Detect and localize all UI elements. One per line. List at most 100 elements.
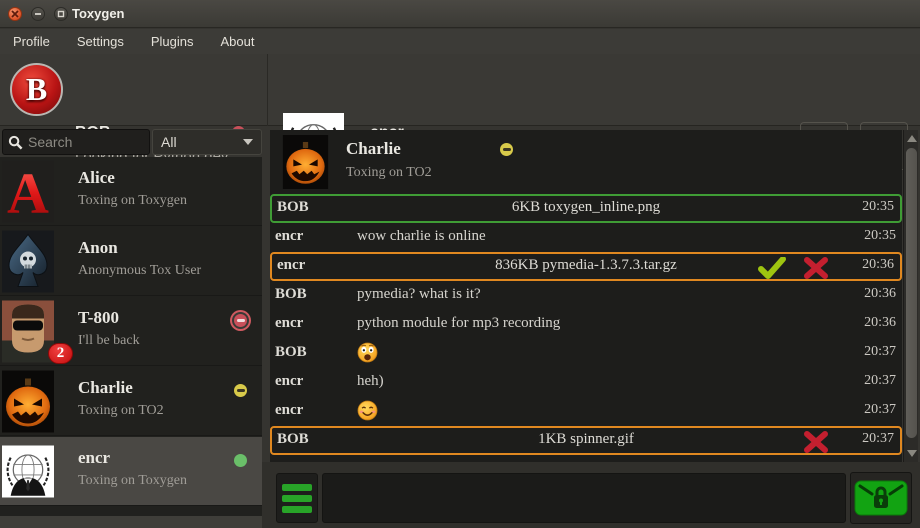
minimize-icon [34, 10, 42, 18]
self-avatar[interactable]: B [10, 63, 63, 116]
self-avatar-letter: B [26, 71, 47, 108]
header-divider [267, 54, 268, 126]
contact-status-message: Anonymous Tox User [78, 263, 201, 279]
encr-avatar [2, 440, 54, 503]
menu-settings[interactable]: Settings [68, 30, 133, 53]
search-box [2, 129, 150, 155]
message-time: 20:36 [864, 315, 896, 331]
toxygen-window: { "window": { "title": "Toxygen" }, "men… [0, 0, 920, 528]
message-row: BOB 20:37 [270, 339, 902, 368]
smile-emoji [357, 400, 378, 421]
file-transfer-row[interactable]: BOB 6KB toxygen_inline.png 20:35 [270, 194, 902, 223]
chevron-down-icon [243, 139, 253, 145]
message-time: 20:36 [864, 286, 896, 302]
maximize-icon [57, 10, 65, 18]
message-row: encr wow charlie is online 20:35 [270, 223, 902, 252]
shocked-emoji [357, 342, 378, 363]
message-text: heh) [357, 373, 384, 390]
scrollbar-thumb[interactable] [906, 148, 917, 438]
send-button[interactable] [850, 472, 912, 524]
contact-status-message: I'll be back [78, 333, 140, 349]
message-sender: encr [275, 228, 303, 245]
message-text: wow charlie is online [357, 228, 486, 245]
alice-avatar: A [2, 160, 54, 223]
message-sender: encr [275, 402, 303, 419]
menu-profile[interactable]: Profile [4, 30, 59, 53]
contact-name: encr [78, 448, 110, 468]
contact-row-charlie[interactable]: Charlie Toxing on TO2 [0, 367, 262, 436]
unread-badge: 2 [48, 343, 73, 364]
message-row: BOB pymedia? what is it? 20:36 [270, 281, 902, 310]
message-sender: BOB [275, 344, 307, 361]
busy-status-icon [234, 314, 247, 327]
message-text: pymedia? what is it? [357, 286, 481, 303]
message-list: BOB 6KB toxygen_inline.png 20:35 encr wo… [270, 194, 902, 455]
message-row: encr python module for mp3 recording 20:… [270, 310, 902, 339]
close-button[interactable] [8, 7, 22, 21]
message-time: 20:37 [864, 344, 896, 360]
chat-area: Charlie Toxing on TO2 BOB 6KB toxygen_in… [270, 130, 902, 462]
search-input[interactable] [28, 134, 144, 150]
message-sender: BOB [275, 286, 307, 303]
t800-avatar [2, 300, 54, 363]
contact-status-message: Toxing on TO2 [78, 403, 164, 419]
charlie-avatar [277, 135, 334, 189]
contact-list: A Alice Toxing on Toxygen Anon Anonymous… [0, 157, 262, 516]
arrow-down-icon [907, 450, 917, 457]
message-input[interactable] [322, 473, 846, 523]
contact-name: T-800 [78, 308, 119, 328]
contact-row-encr[interactable]: encr Toxing on Toxygen [0, 437, 262, 506]
cancel-file-button[interactable] [804, 431, 828, 453]
contact-row-anon[interactable]: Anon Anonymous Tox User [0, 227, 262, 296]
close-icon [11, 10, 19, 18]
message-row: encr 20:37 [270, 397, 902, 426]
menu-about[interactable]: About [211, 30, 263, 53]
away-status-icon [500, 143, 513, 156]
contact-filter-value: All [161, 134, 243, 150]
chat-scrollbar[interactable] [903, 130, 918, 462]
message-sender: encr [275, 315, 303, 332]
away-status-icon [234, 384, 247, 397]
message-row: encr heh) 20:37 [270, 368, 902, 397]
message-sender: encr [275, 373, 303, 390]
scroll-up-button[interactable] [906, 133, 917, 144]
charlie-avatar [2, 370, 54, 433]
decline-file-button[interactable] [804, 257, 828, 279]
minimize-button[interactable] [31, 7, 45, 21]
message-time: 20:37 [862, 431, 894, 447]
online-status-icon [234, 454, 247, 467]
chat-menu-button[interactable] [276, 473, 318, 523]
message-time: 20:35 [862, 199, 894, 215]
contact-filter-dropdown[interactable]: All [152, 129, 262, 155]
message-time: 20:37 [864, 402, 896, 418]
contact-status-message: Toxing on Toxygen [78, 473, 187, 489]
conversation-peer-status: Toxing on TO2 [346, 165, 432, 181]
contact-status-message: Toxing on Toxygen [78, 193, 187, 209]
scroll-down-button[interactable] [906, 448, 917, 459]
anon-avatar [2, 230, 54, 293]
menubar: Profile Settings Plugins About [0, 29, 920, 54]
send-encrypted-icon [854, 479, 908, 517]
file-transfer-row[interactable]: BOB 1KB spinner.gif 20:37 [270, 426, 902, 455]
arrow-up-icon [907, 135, 917, 142]
svg-text:A: A [7, 161, 49, 224]
contact-row-t800[interactable]: T-800 I'll be back 2 [0, 297, 262, 366]
message-time: 20:35 [864, 228, 896, 244]
maximize-button[interactable] [54, 7, 68, 21]
contact-name: Anon [78, 238, 118, 258]
message-text: python module for mp3 recording [357, 315, 560, 332]
message-time: 20:37 [864, 373, 896, 389]
header: B BOB Looking for Python dev… encr Toxin… [0, 54, 920, 126]
search-icon [8, 135, 23, 150]
contact-name: Charlie [78, 378, 133, 398]
file-transfer-row[interactable]: encr 836KB pymedia-1.3.7.3.tar.gz 20:36 [270, 252, 902, 281]
menu-plugins[interactable]: Plugins [142, 30, 203, 53]
contact-row-alice[interactable]: A Alice Toxing on Toxygen [0, 157, 262, 226]
conversation-peer-name: Charlie [346, 139, 401, 159]
message-time: 20:36 [862, 257, 894, 273]
titlebar: Toxygen [0, 0, 920, 28]
window-title: Toxygen [72, 6, 125, 21]
accept-file-button[interactable] [758, 257, 786, 279]
left-panel-footer [0, 516, 262, 528]
hamburger-icon [282, 484, 312, 491]
